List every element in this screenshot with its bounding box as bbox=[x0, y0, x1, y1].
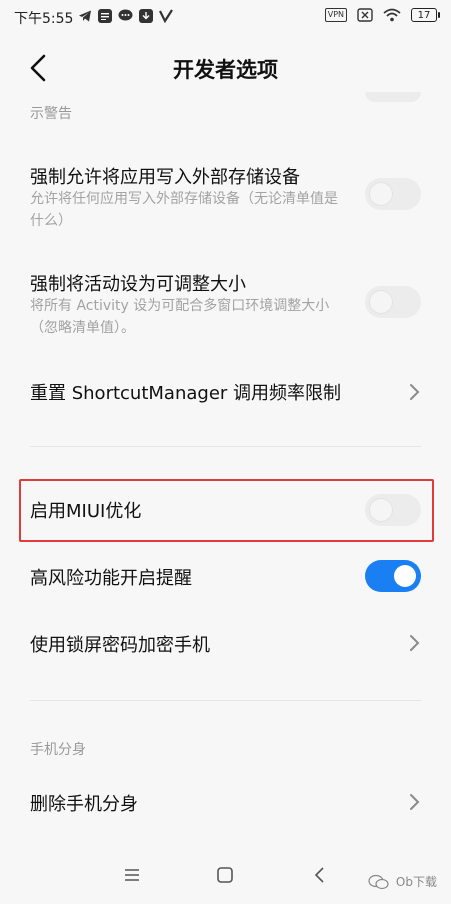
toggle-knob bbox=[370, 183, 392, 205]
download-icon bbox=[139, 9, 153, 23]
wifi-icon bbox=[383, 8, 401, 22]
partial-item-text: 示警告 bbox=[30, 106, 72, 122]
no-sim-icon bbox=[357, 8, 373, 22]
toggle-knob bbox=[370, 291, 392, 313]
high-risk-reminder-toggle[interactable] bbox=[365, 560, 421, 592]
notification-icons bbox=[78, 9, 173, 23]
setting-title: 高风险功能开启提醒 bbox=[30, 568, 192, 589]
setting-subtitle: 将所有 Activity 设为可配合多窗口环境调整大小（忽略清单值）。 bbox=[30, 298, 330, 336]
status-bar: 下午5:55 VPN 17 bbox=[0, 0, 451, 36]
toggle-knob bbox=[394, 565, 416, 587]
message-icon bbox=[118, 9, 133, 21]
vpn-icon: VPN bbox=[324, 8, 347, 22]
chevron-right-icon bbox=[410, 384, 420, 400]
menu-icon[interactable] bbox=[121, 864, 143, 886]
resizable-activities-toggle[interactable] bbox=[365, 286, 421, 318]
watermark: Ob下载 bbox=[368, 873, 437, 890]
setting-title: 启用MIUI优化 bbox=[30, 501, 142, 522]
battery-icon: 17 bbox=[411, 8, 440, 22]
status-time: 下午5:55 bbox=[14, 11, 74, 27]
setting-title: 使用锁屏密码加密手机 bbox=[30, 635, 210, 656]
setting-title: 删除手机分身 bbox=[30, 794, 138, 815]
telegram-icon bbox=[79, 10, 91, 22]
chevron-right-icon bbox=[410, 794, 420, 810]
home-icon[interactable] bbox=[214, 864, 236, 886]
partial-toggle[interactable] bbox=[365, 92, 421, 102]
miui-optimization-toggle[interactable] bbox=[365, 494, 421, 526]
external-storage-toggle[interactable] bbox=[365, 178, 421, 210]
section-divider bbox=[30, 446, 421, 447]
back-icon[interactable] bbox=[309, 864, 331, 886]
section-header: 手机分身 bbox=[30, 742, 86, 758]
setting-title: 强制允许将应用写入外部存储设备 bbox=[30, 167, 300, 188]
v-icon bbox=[159, 9, 173, 23]
section-divider bbox=[30, 700, 421, 701]
system-icons: VPN 17 bbox=[324, 8, 440, 22]
toggle-knob bbox=[370, 499, 392, 521]
setting-title: 强制将活动设为可调整大小 bbox=[30, 274, 246, 295]
setting-subtitle: 允许将任何应用写入外部存储设备（无论清单值是什么） bbox=[30, 191, 338, 229]
setting-title: 重置 ShortcutManager 调用频率限制 bbox=[30, 383, 342, 404]
watermark-text: Ob下载 bbox=[395, 875, 437, 889]
page-header: 开发者选项 bbox=[0, 40, 451, 96]
wechat-icon bbox=[368, 874, 389, 889]
chevron-right-icon bbox=[410, 635, 420, 651]
page-title: 开发者选项 bbox=[173, 58, 278, 82]
news-icon bbox=[98, 9, 112, 23]
